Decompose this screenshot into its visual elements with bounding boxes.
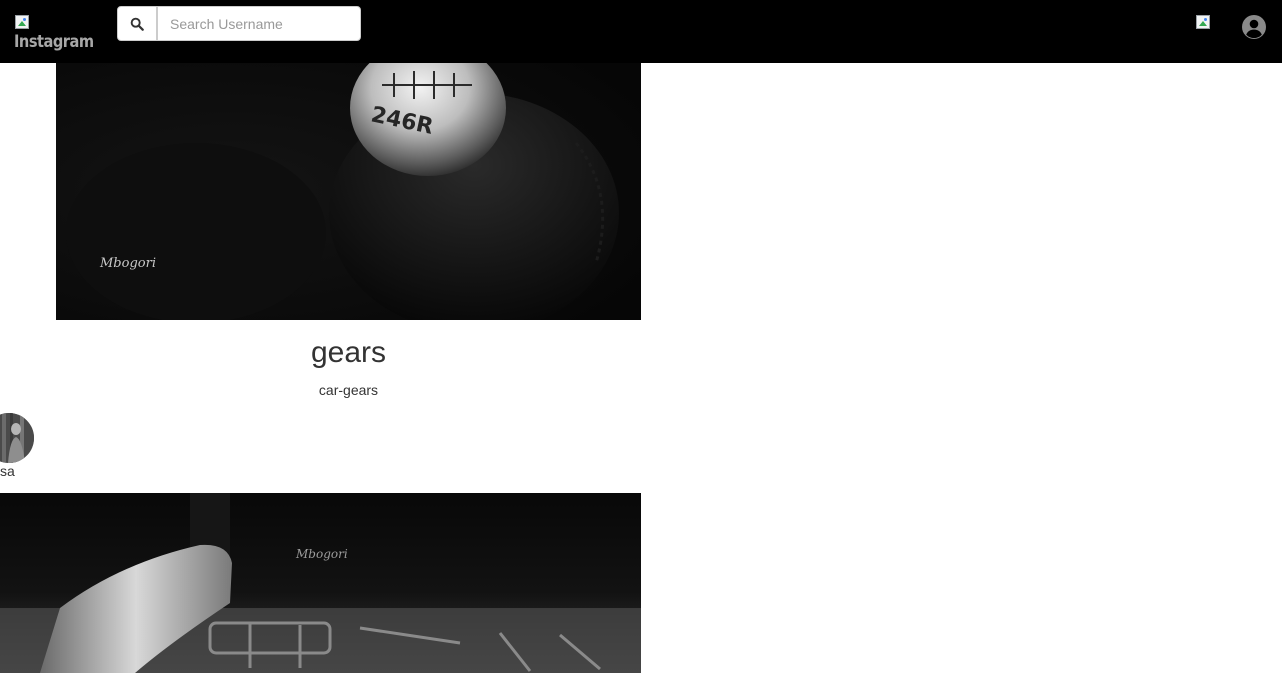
brand-logo[interactable]: Instagram [14,14,94,54]
image-signature: Mbogori [99,256,156,271]
image-signature: Mbogori [295,547,348,561]
avatar[interactable] [0,413,34,463]
search-button[interactable] [117,6,157,41]
post-caption: car-gears [318,382,379,398]
user-circle-icon[interactable] [1242,15,1266,39]
username[interactable]: sa [0,463,15,479]
top-navbar: Instagram [0,0,1282,63]
nav-image-link[interactable] [1195,14,1211,30]
brand-logo-alt-text: Instagram [14,32,94,52]
search-icon [130,17,144,31]
broken-image-icon [14,14,30,30]
post-title: gears [310,336,387,369]
post-image-gear-lever[interactable]: Mbogori [0,493,641,673]
search-username-input[interactable] [157,6,361,41]
post-image-gear-knob[interactable]: 246R Mbogori [56,63,641,320]
